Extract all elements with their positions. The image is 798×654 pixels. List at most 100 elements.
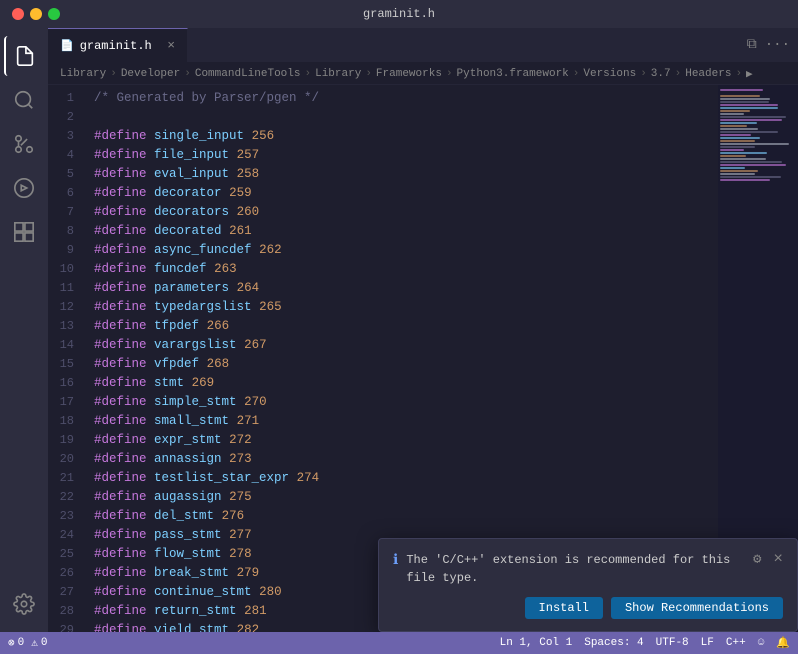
- code-line: 5#define eval_input 258: [48, 165, 718, 184]
- close-button[interactable]: [12, 8, 24, 20]
- status-spaces[interactable]: Spaces: 4: [584, 637, 643, 649]
- minimize-button[interactable]: [30, 8, 42, 20]
- code-line: 6#define decorator 259: [48, 184, 718, 203]
- minimap-line: [720, 164, 786, 166]
- line-content: #define typedargslist 265: [90, 298, 718, 317]
- line-content: #define decorated 261: [90, 222, 718, 241]
- minimap-line: [720, 107, 778, 109]
- code-line: 16#define stmt 269: [48, 374, 718, 393]
- tab-label: graminit.h: [80, 39, 152, 53]
- code-line: 7#define decorators 260: [48, 203, 718, 222]
- minimap-line: [720, 140, 755, 142]
- status-left: ⊗ 0 ⚠ 0: [8, 636, 47, 650]
- breadcrumb-versions[interactable]: Versions: [583, 68, 636, 80]
- line-number: 28: [48, 602, 90, 621]
- minimap-line: [720, 110, 750, 112]
- breadcrumb-python[interactable]: Python3.framework: [457, 68, 569, 80]
- code-line: 3#define single_input 256: [48, 127, 718, 146]
- minimap-line: [720, 125, 747, 127]
- minimap-line: [720, 155, 746, 157]
- status-encoding[interactable]: UTF-8: [656, 637, 689, 649]
- status-position[interactable]: Ln 1, Col 1: [500, 637, 573, 649]
- line-number: 5: [48, 165, 90, 184]
- breadcrumb-chevron[interactable]: ▶: [746, 67, 753, 81]
- notification-close-button[interactable]: ×: [773, 551, 783, 567]
- line-content: /* Generated by Parser/pgen */: [90, 89, 718, 108]
- sidebar-item-settings[interactable]: [4, 584, 44, 624]
- notification-actions: Install Show Recommendations: [393, 597, 783, 619]
- file-icon: 📄: [60, 39, 74, 53]
- minimap-line: [720, 173, 755, 175]
- code-line: 1/* Generated by Parser/pgen */: [48, 89, 718, 108]
- line-content: #define decorators 260: [90, 203, 718, 222]
- line-number: 2: [48, 108, 90, 127]
- minimap-line: [720, 170, 758, 172]
- install-button[interactable]: Install: [525, 597, 603, 619]
- split-editor-icon[interactable]: ⧉: [747, 37, 757, 53]
- maximize-button[interactable]: [48, 8, 60, 20]
- line-content: #define vfpdef 268: [90, 355, 718, 374]
- line-content: #define del_stmt 276: [90, 507, 718, 526]
- line-number: 20: [48, 450, 90, 469]
- window-title: graminit.h: [363, 7, 435, 21]
- code-line: 20#define annassign 273: [48, 450, 718, 469]
- line-number: 25: [48, 545, 90, 564]
- breadcrumb-library[interactable]: Library: [60, 68, 106, 80]
- line-number: 17: [48, 393, 90, 412]
- code-line: 13#define tfpdef 266: [48, 317, 718, 336]
- minimap-line: [720, 167, 745, 169]
- sidebar-item-explorer[interactable]: [4, 36, 44, 76]
- breadcrumb-developer[interactable]: Developer: [121, 68, 180, 80]
- line-number: 15: [48, 355, 90, 374]
- minimap-line: [720, 89, 763, 91]
- warning-icon: ⚠: [31, 636, 38, 650]
- activity-bar: [0, 28, 48, 632]
- line-number: 13: [48, 317, 90, 336]
- minimap-line: [720, 149, 744, 151]
- breadcrumb-37[interactable]: 3.7: [651, 68, 671, 80]
- code-line: 11#define parameters 264: [48, 279, 718, 298]
- more-actions-icon[interactable]: ···: [765, 37, 790, 53]
- sidebar-item-extensions[interactable]: [4, 212, 44, 252]
- breadcrumb-clt[interactable]: CommandLineTools: [195, 68, 301, 80]
- status-right: Ln 1, Col 1 Spaces: 4 UTF-8 LF C++ ☺ 🔔: [500, 636, 790, 650]
- sidebar-item-source-control[interactable]: [4, 124, 44, 164]
- line-number: 1: [48, 89, 90, 108]
- minimap-line: [720, 101, 769, 103]
- sidebar-item-debug[interactable]: [4, 168, 44, 208]
- breadcrumb: Library › Developer › CommandLineTools ›…: [48, 63, 798, 85]
- tab-bar: 📄 graminit.h × ⧉ ···: [48, 28, 798, 63]
- line-number: 29: [48, 621, 90, 632]
- line-content: #define testlist_star_expr 274: [90, 469, 718, 488]
- show-recommendations-button[interactable]: Show Recommendations: [611, 597, 783, 619]
- tab-close-button[interactable]: ×: [167, 39, 175, 52]
- line-number: 4: [48, 146, 90, 165]
- status-bell[interactable]: 🔔: [776, 636, 790, 650]
- minimap-line: [720, 95, 760, 97]
- minimap-line: [720, 128, 758, 130]
- window-controls[interactable]: [12, 8, 60, 20]
- tab-actions: ⧉ ···: [747, 28, 798, 62]
- breadcrumb-frameworks[interactable]: Frameworks: [376, 68, 442, 80]
- minimap-line: [720, 158, 766, 160]
- line-content: #define expr_stmt 272: [90, 431, 718, 450]
- tab-graminit[interactable]: 📄 graminit.h ×: [48, 28, 188, 62]
- line-number: 10: [48, 260, 90, 279]
- line-number: 3: [48, 127, 90, 146]
- minimap-line: [720, 98, 770, 100]
- code-line: 22#define augassign 275: [48, 488, 718, 507]
- code-line: 2: [48, 108, 718, 127]
- minimap-line: [720, 152, 767, 154]
- status-errors[interactable]: ⊗ 0 ⚠ 0: [8, 636, 47, 650]
- code-line: 4#define file_input 257: [48, 146, 718, 165]
- sidebar-item-search[interactable]: [4, 80, 44, 120]
- minimap-line: [720, 143, 789, 145]
- status-smiley[interactable]: ☺: [758, 637, 765, 649]
- breadcrumb-library2[interactable]: Library: [315, 68, 361, 80]
- line-content: [90, 108, 718, 127]
- notification-settings-icon[interactable]: ⚙: [753, 551, 761, 568]
- status-language[interactable]: C++: [726, 637, 746, 649]
- line-content: #define async_funcdef 262: [90, 241, 718, 260]
- status-eol[interactable]: LF: [701, 637, 714, 649]
- breadcrumb-headers[interactable]: Headers: [685, 68, 731, 80]
